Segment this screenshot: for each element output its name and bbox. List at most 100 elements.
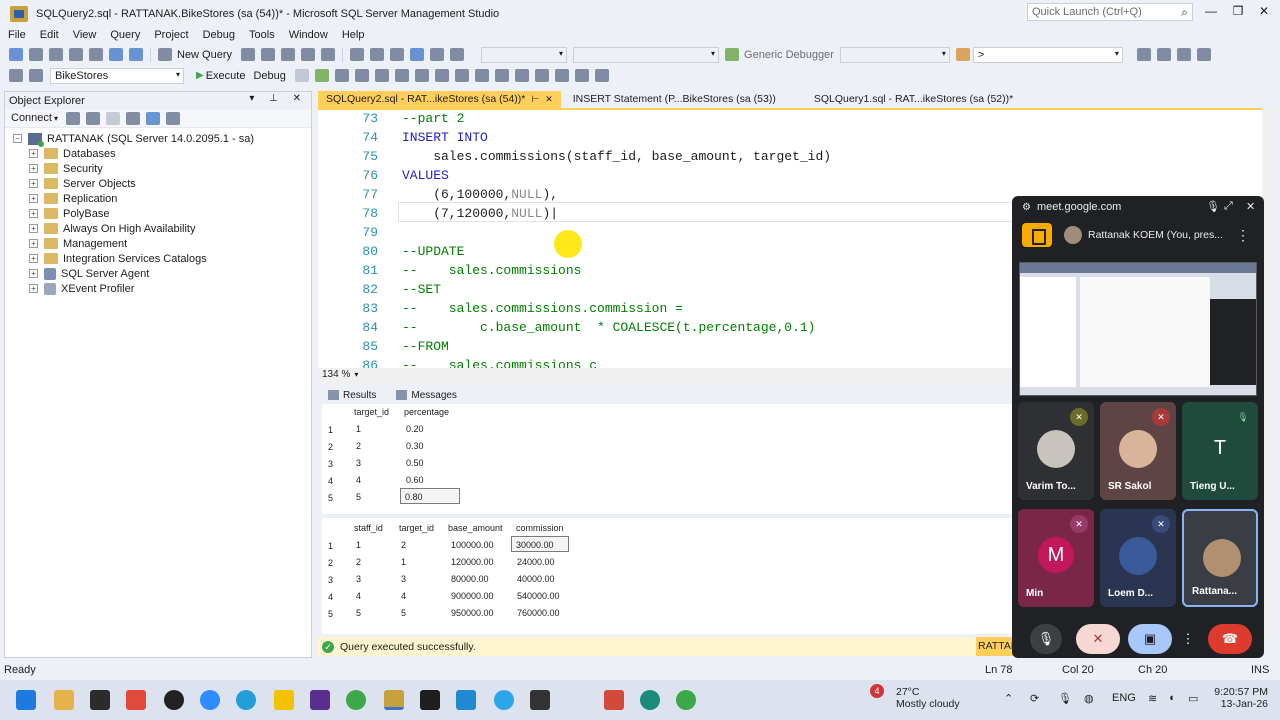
expand-icon[interactable]: + xyxy=(29,239,38,248)
table-cell[interactable]: 0.30 xyxy=(406,438,424,454)
terminal-icon[interactable] xyxy=(530,690,550,710)
table-cell[interactable]: 950000.00 xyxy=(451,605,494,621)
chevron-up-icon[interactable]: ⌃ xyxy=(1004,692,1013,705)
ssms-taskbar-icon[interactable] xyxy=(384,690,404,710)
table-cell[interactable]: 760000.00 xyxy=(517,605,560,621)
table-cell[interactable]: 120000.00 xyxy=(451,554,494,570)
participant-tile[interactable]: ✕ SR Sakol xyxy=(1100,402,1176,500)
expand-icon[interactable]: + xyxy=(29,164,38,173)
expand-icon[interactable]: + xyxy=(29,224,38,233)
query-designer-icon[interactable] xyxy=(354,69,369,82)
expand-icon[interactable]: + xyxy=(29,179,38,188)
column-header[interactable]: target_id xyxy=(354,404,389,421)
display-plan-icon[interactable] xyxy=(334,69,349,82)
tree-node-security[interactable]: + Security xyxy=(29,161,103,176)
table-cell[interactable]: 4 xyxy=(356,472,361,488)
close-icon[interactable]: ✕ xyxy=(1256,4,1272,20)
comment-icon[interactable] xyxy=(514,69,529,82)
table-cell[interactable]: 3 xyxy=(356,571,361,587)
participant-tile[interactable]: ✕ Varim To... xyxy=(1018,402,1094,500)
mic-tray-icon[interactable]: 🎙 xyxy=(1058,692,1072,705)
save-icon[interactable] xyxy=(109,48,123,61)
meet-pip-window[interactable]: ⚙ meet.google.com 🎙 ⤢ ✕ Rattanak KOEM (Y… xyxy=(1012,196,1264,658)
menu-view[interactable]: View xyxy=(73,29,97,41)
participant-tile[interactable]: M ✕ Min xyxy=(1018,509,1094,607)
new-query-button[interactable]: New Query xyxy=(177,49,232,61)
collapse-icon[interactable]: − xyxy=(13,134,22,143)
table-cell[interactable]: 80000.00 xyxy=(451,571,489,587)
database-combo[interactable]: BikeStores ▾ xyxy=(50,67,184,84)
vs-icon[interactable] xyxy=(310,690,330,710)
table-cell[interactable]: 900000.00 xyxy=(451,588,494,604)
menu-project[interactable]: Project xyxy=(154,29,188,41)
column-header[interactable]: staff_id xyxy=(354,520,383,537)
db-engine-query-icon[interactable] xyxy=(241,48,256,61)
volume-icon[interactable]: ◖ xyxy=(1168,692,1175,704)
language-indicator[interactable]: ENG xyxy=(1112,692,1136,704)
decrease-indent-icon[interactable] xyxy=(554,69,569,82)
table-cell[interactable]: 1 xyxy=(356,537,361,553)
zoom-icon[interactable] xyxy=(200,690,220,710)
menu-tools[interactable]: Tools xyxy=(249,29,275,41)
close-tab-icon[interactable]: ✕ xyxy=(545,94,553,104)
table-cell[interactable]: 0.20 xyxy=(406,421,424,437)
disconnect-icon[interactable] xyxy=(86,111,100,125)
row-number[interactable]: 4 xyxy=(328,476,333,486)
table-cell[interactable]: 1 xyxy=(401,554,406,570)
table-cell[interactable]: 4 xyxy=(401,588,406,604)
start-debug-icon[interactable] xyxy=(725,48,740,61)
zoom-dropdown-icon[interactable]: ▾ xyxy=(354,370,358,379)
tree-node-server-objects[interactable]: + Server Objects xyxy=(29,176,136,191)
table-cell[interactable]: 100000.00 xyxy=(451,537,494,553)
client-stats-icon[interactable] xyxy=(434,69,449,82)
activities-icon[interactable] xyxy=(1022,223,1052,247)
expand-icon[interactable]: + xyxy=(29,269,38,278)
analysis-dmx-icon[interactable] xyxy=(281,48,296,61)
table-cell[interactable]: 5 xyxy=(401,605,406,621)
pin-icon[interactable]: ⊢ xyxy=(531,94,539,104)
participant-tile[interactable]: T 🎙 Tieng U... xyxy=(1182,402,1258,500)
find-icon[interactable] xyxy=(955,48,970,61)
tree-node-xevent-profiler[interactable]: + XEvent Profiler xyxy=(29,281,134,296)
menu-debug[interactable]: Debug xyxy=(203,29,235,41)
edge-icon[interactable] xyxy=(640,690,660,710)
query-options-icon[interactable] xyxy=(374,69,389,82)
change-connection-icon[interactable] xyxy=(29,69,43,82)
selected-table-cell[interactable]: 30000.00 xyxy=(511,536,569,552)
more-icon[interactable]: ⋮ xyxy=(1236,227,1250,244)
app-icon[interactable] xyxy=(274,690,294,710)
search-icon[interactable]: ⌕ xyxy=(1181,5,1188,20)
cancel-query-icon[interactable] xyxy=(294,69,309,82)
stop-icon[interactable] xyxy=(106,111,120,125)
wifi-icon[interactable]: ≋ xyxy=(1148,692,1157,705)
row-number[interactable]: 5 xyxy=(328,609,333,619)
connect-oe-icon[interactable] xyxy=(66,111,80,125)
activity-monitor-icon[interactable] xyxy=(450,48,465,61)
tree-node-management[interactable]: + Management xyxy=(29,236,127,251)
add-item-icon[interactable] xyxy=(69,48,83,61)
analysis-das-icon[interactable] xyxy=(321,48,336,61)
forward-icon[interactable] xyxy=(29,48,43,61)
menu-help[interactable]: Help xyxy=(342,29,365,41)
intellisense-icon[interactable] xyxy=(394,69,409,82)
column-header[interactable]: percentage xyxy=(404,404,449,421)
chrome-icon[interactable] xyxy=(676,690,696,710)
copy-icon[interactable] xyxy=(370,48,385,61)
start-icon[interactable] xyxy=(16,690,36,710)
chrome-icon[interactable] xyxy=(346,690,366,710)
properties-icon[interactable] xyxy=(1136,48,1151,61)
close-pip-icon[interactable]: ✕ xyxy=(1246,200,1255,213)
table-cell[interactable]: 2 xyxy=(401,537,406,553)
zoom-level[interactable]: 134 % xyxy=(322,369,350,380)
battery-icon[interactable]: ▭ xyxy=(1188,692,1198,705)
results-text-icon[interactable] xyxy=(454,69,469,82)
analysis-mdx-icon[interactable] xyxy=(261,48,276,61)
present-icon[interactable]: ▣ xyxy=(1128,624,1172,654)
expand-icon[interactable]: + xyxy=(29,209,38,218)
table-cell[interactable]: 0.50 xyxy=(406,455,424,471)
tab-sqlquery2[interactable]: SQLQuery2.sql - RAT...ikeStores (sa (54)… xyxy=(318,91,561,108)
results-grid-1[interactable]: target_id percentage 1 2 3 4 5 1 0.20 2 … xyxy=(322,404,1012,512)
minimize-icon[interactable]: — xyxy=(1203,4,1219,20)
connect-dropdown-icon[interactable]: ▾ xyxy=(54,114,58,123)
participant-tile[interactable]: Rattana... xyxy=(1182,509,1258,607)
